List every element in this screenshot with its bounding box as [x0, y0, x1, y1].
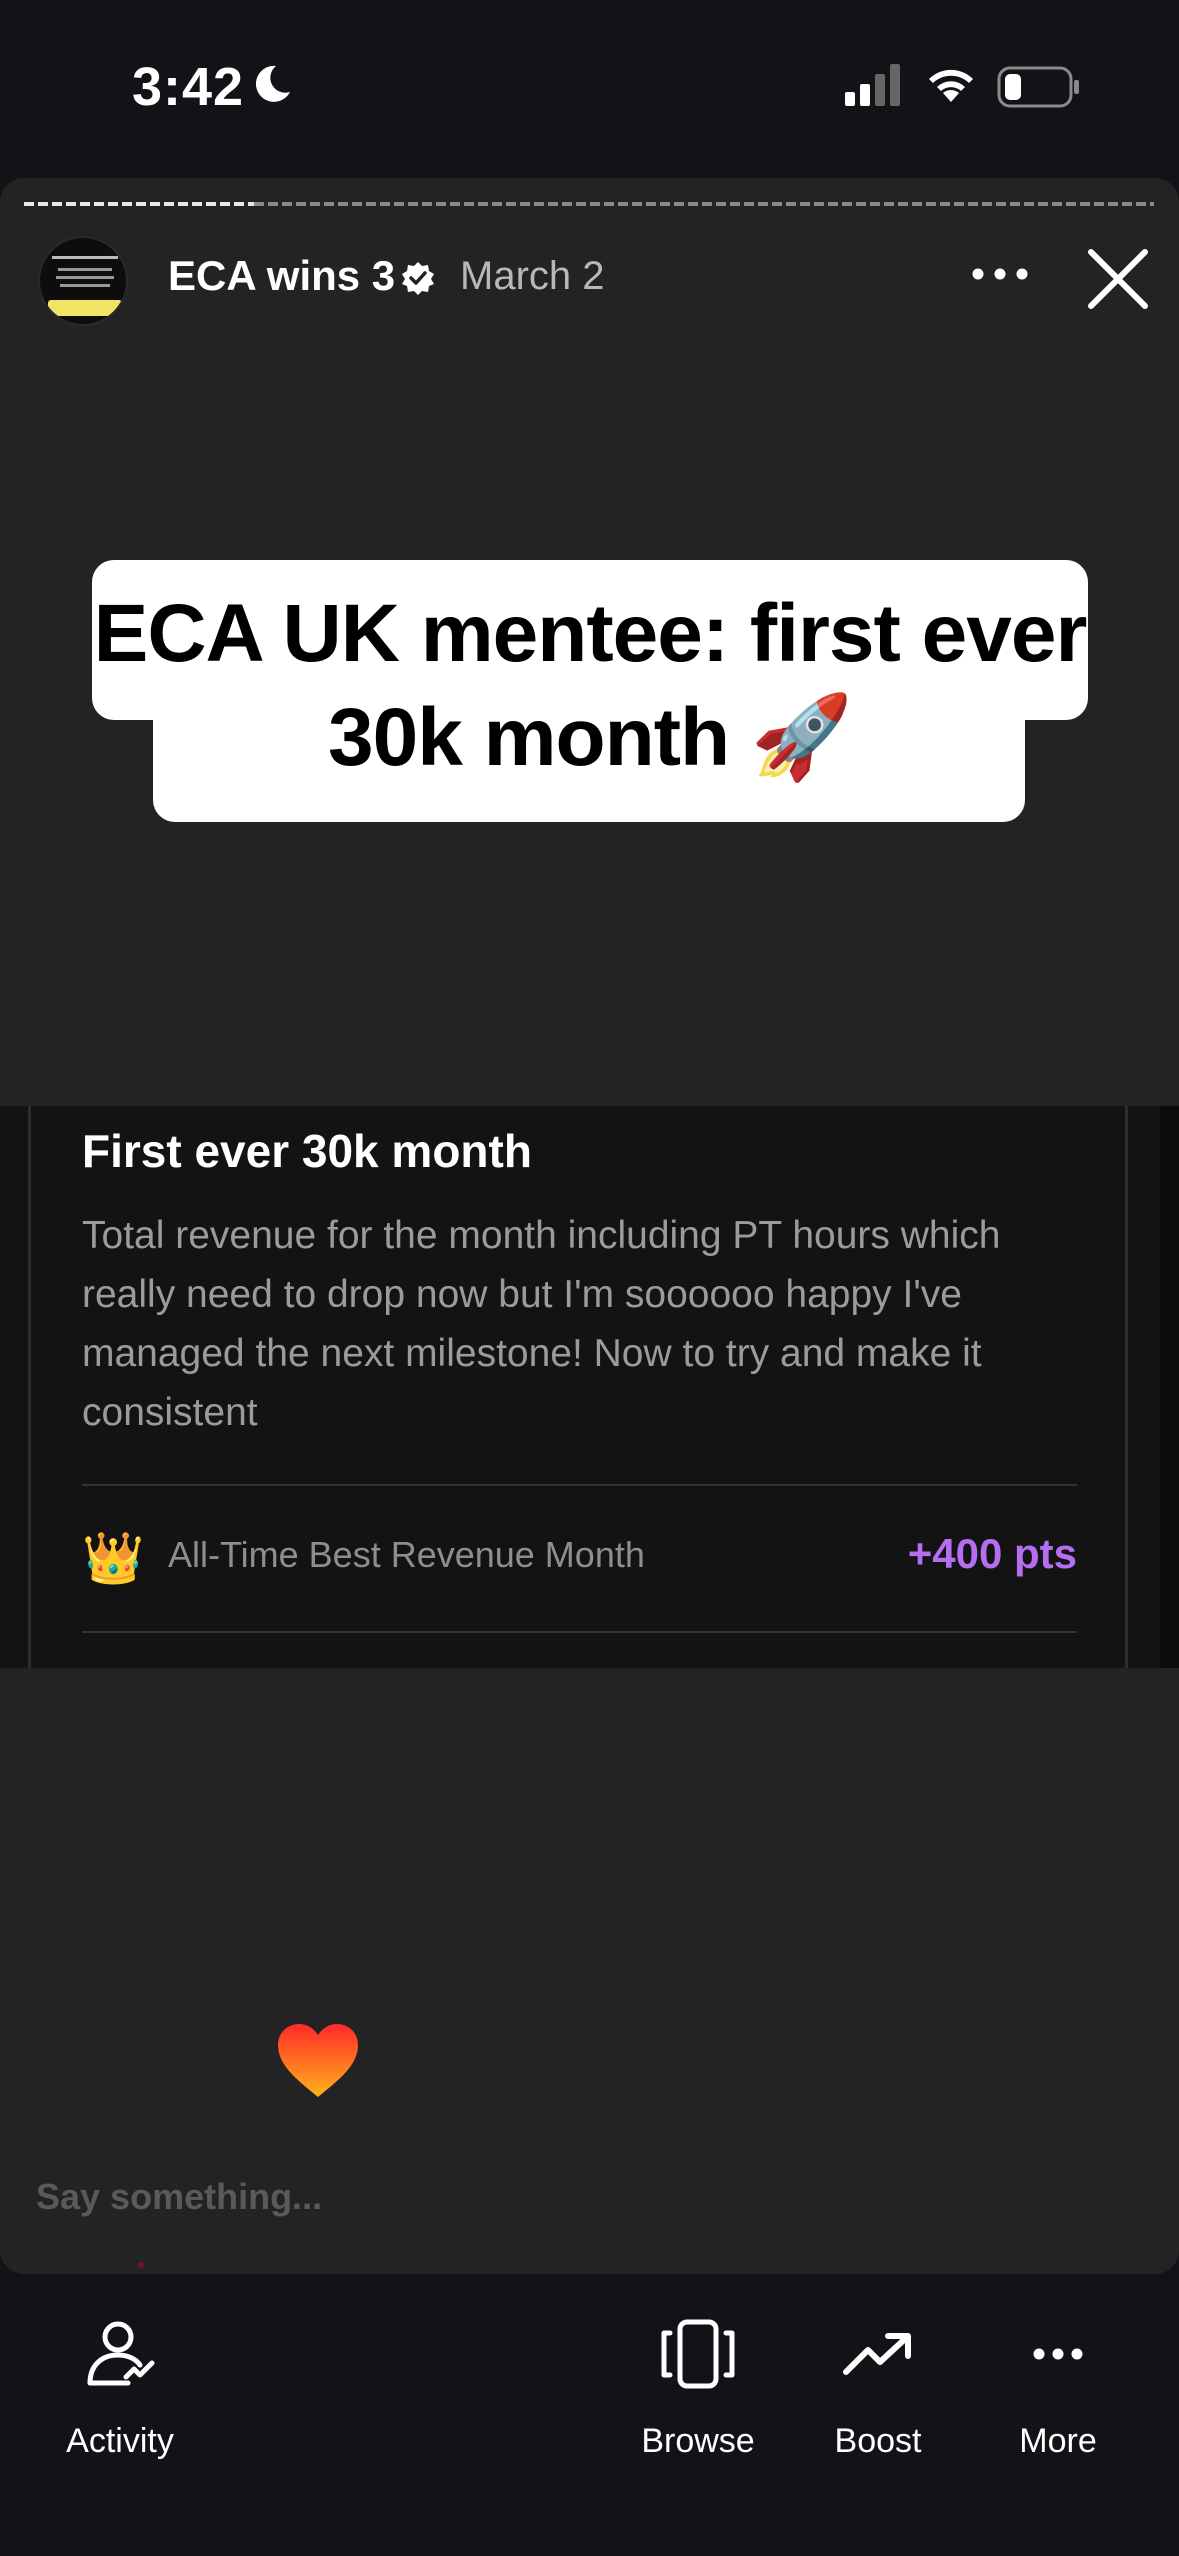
- nav-browse[interactable]: Browse: [598, 2308, 798, 2461]
- author-avatar[interactable]: [38, 236, 128, 326]
- person-activity-icon: [87, 2321, 155, 2386]
- story-date: March 2: [460, 254, 605, 298]
- win-title: First ever 30k month: [82, 1125, 532, 1177]
- divider: [82, 1631, 1077, 1633]
- nav-activity[interactable]: Activity: [20, 2308, 220, 2461]
- ellipsis-icon: [1033, 2348, 1083, 2360]
- indicator-dot: [138, 2262, 144, 2268]
- reply-input[interactable]: Say something...: [36, 2176, 322, 2218]
- nav-label: More: [1019, 2422, 1097, 2460]
- crown-icon: 👑: [82, 1530, 145, 1586]
- wifi-icon: [929, 69, 973, 102]
- status-bar: 3:42: [0, 0, 1179, 175]
- nav-label: Browse: [641, 2422, 755, 2460]
- signal-icon: [845, 64, 900, 106]
- cards-icon: [661, 2319, 735, 2389]
- story-viewer[interactable]: ECA wins 3 March 2 ECA UK mentee: first …: [0, 178, 1179, 2274]
- nav-label: Boost: [834, 2422, 922, 2460]
- story-author-name[interactable]: ECA wins 3: [168, 252, 395, 300]
- heart-reaction-icon[interactable]: [276, 2023, 360, 2099]
- bottom-navigation: Activity Browse Boost More: [0, 2274, 1179, 2556]
- points-badge: +400 pts: [907, 1530, 1077, 1577]
- story-progress-bar: [24, 202, 1154, 206]
- nav-more[interactable]: More: [958, 2308, 1158, 2461]
- win-description: Total revenue for the month including PT…: [82, 1214, 1001, 1434]
- moon-icon: [255, 65, 290, 102]
- trending-up-icon: [843, 2333, 911, 2375]
- win-card-screenshot: First ever 30k month Total revenue for t…: [0, 1106, 1179, 1668]
- achievement-label: All-Time Best Revenue Month: [168, 1534, 645, 1575]
- battery-icon: [997, 66, 1079, 108]
- nav-label: Activity: [66, 2422, 174, 2460]
- story-caption: ECA UK mentee: first ever 30k month 🚀: [93, 588, 1088, 783]
- close-icon[interactable]: [1085, 246, 1151, 312]
- nav-boost[interactable]: Boost: [778, 2308, 978, 2461]
- divider: [82, 1484, 1077, 1486]
- more-options-icon[interactable]: [970, 266, 1030, 282]
- verified-badge-icon: [402, 262, 434, 295]
- status-time: 3:42: [132, 57, 245, 117]
